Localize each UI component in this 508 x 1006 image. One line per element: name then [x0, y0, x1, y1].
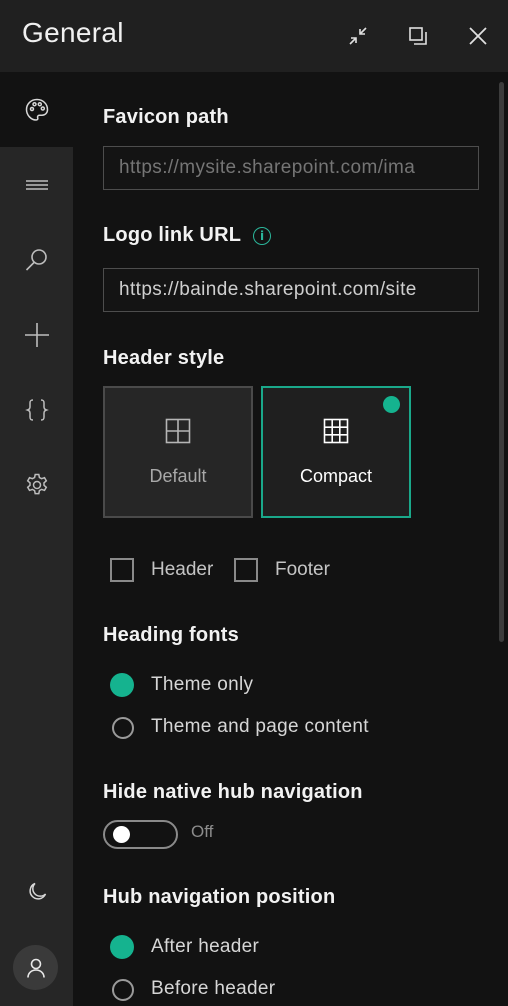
- dark-mode-toggle[interactable]: [0, 854, 73, 929]
- braces-icon: [24, 398, 49, 421]
- restore-window-icon: [409, 27, 427, 45]
- header-style-compact-label: Compact: [299, 466, 373, 486]
- radio-before-header[interactable]: [112, 979, 134, 1001]
- heading-fonts-label: Heading fonts: [103, 624, 239, 646]
- info-icon[interactable]: i: [253, 227, 271, 245]
- header-style-default-option[interactable]: Default: [103, 386, 253, 518]
- menu-lines-icon: [25, 179, 48, 190]
- user-avatar-button[interactable]: [13, 945, 58, 990]
- logo-link-input[interactable]: [103, 268, 479, 312]
- radio-after-header-label: After header: [151, 936, 260, 957]
- search-icon: [25, 248, 47, 271]
- radio-before-header-label: Before header: [151, 978, 276, 999]
- collapse-button[interactable]: [344, 22, 372, 50]
- radio-theme-only-label: Theme only: [151, 674, 254, 695]
- hide-hub-state: Off: [191, 822, 214, 841]
- restore-button[interactable]: [404, 22, 432, 50]
- palette-icon: [25, 98, 48, 121]
- footer-checkbox[interactable]: [234, 558, 258, 582]
- radio-after-header[interactable]: [110, 935, 134, 959]
- radio-theme-and-page[interactable]: [112, 717, 134, 739]
- sidebar-item-search[interactable]: [0, 222, 73, 297]
- favicon-label: Favicon path: [103, 106, 229, 128]
- radio-theme-and-page-label: Theme and page content: [151, 716, 369, 737]
- plus-icon: [24, 322, 49, 347]
- grid-2x2-icon: [165, 418, 191, 444]
- header-checkbox-label: Header: [151, 559, 214, 580]
- hide-hub-toggle[interactable]: [103, 820, 178, 849]
- footer-checkbox-label: Footer: [275, 559, 330, 580]
- sidebar-item-menu[interactable]: [0, 147, 73, 222]
- grid-3x3-icon: [323, 418, 349, 444]
- gear-icon: [26, 473, 47, 494]
- moon-icon: [28, 882, 46, 900]
- header-style-compact-option[interactable]: Compact: [261, 386, 411, 518]
- sidebar-item-add[interactable]: [0, 297, 73, 372]
- header-checkbox[interactable]: [110, 558, 134, 582]
- sidebar: [0, 72, 73, 1006]
- sidebar-item-settings[interactable]: [0, 447, 73, 522]
- settings-panel: Favicon path Logo link URL i Header styl…: [73, 72, 508, 1006]
- collapse-arrows-icon: [349, 27, 367, 45]
- toggle-knob: [113, 826, 130, 843]
- sidebar-item-theme[interactable]: [0, 72, 73, 147]
- sidebar-item-code[interactable]: [0, 372, 73, 447]
- radio-theme-only[interactable]: [110, 673, 134, 697]
- title-bar: General: [0, 0, 508, 72]
- window-title: General: [22, 17, 124, 48]
- hub-position-label: Hub navigation position: [103, 886, 336, 908]
- close-icon: [469, 27, 487, 45]
- logo-link-label: Logo link URL: [103, 224, 242, 246]
- selected-indicator: [383, 396, 400, 413]
- favicon-path-input[interactable]: [103, 146, 479, 190]
- close-button[interactable]: [464, 22, 492, 50]
- scrollbar[interactable]: [499, 82, 504, 642]
- hide-hub-label: Hide native hub navigation: [103, 781, 363, 803]
- header-style-default-label: Default: [149, 466, 207, 486]
- header-style-label: Header style: [103, 347, 225, 369]
- person-icon: [26, 958, 45, 978]
